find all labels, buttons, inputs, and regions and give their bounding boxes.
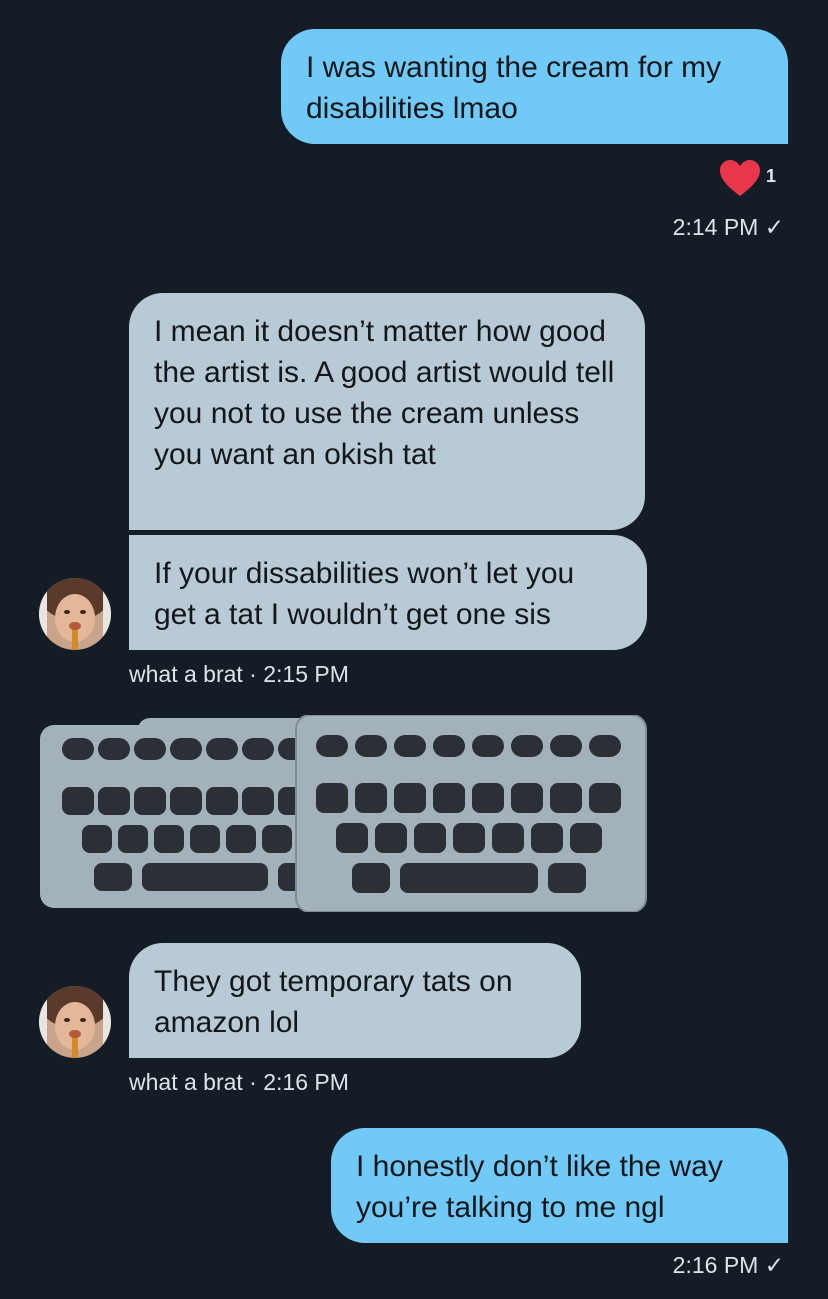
avatar[interactable] <box>39 578 111 650</box>
avatar[interactable] <box>39 986 111 1058</box>
heart-icon <box>720 160 760 196</box>
message-text: I honestly don’t like the way you’re tal… <box>356 1150 723 1224</box>
message-text: I mean it doesn’t matter how good the ar… <box>154 315 615 471</box>
reaction-count: 1 <box>766 166 777 186</box>
gif-attachment[interactable] <box>38 714 648 913</box>
keyboard-icon <box>40 714 647 913</box>
message-text: If your dissabilities won’t let you get … <box>154 557 575 631</box>
outgoing-message[interactable]: I was wanting the cream for my disabilit… <box>281 29 788 144</box>
incoming-message[interactable]: I mean it doesn’t matter how good the ar… <box>129 293 645 530</box>
message-timestamp: 2:16 PM ✓ <box>672 1252 784 1278</box>
message-timestamp: 2:14 PM ✓ <box>672 214 784 240</box>
message-text: They got temporary tats on amazon lol <box>154 965 513 1039</box>
message-timestamp: what a brat · 2:15 PM <box>129 661 349 687</box>
reaction[interactable]: 1 <box>718 158 788 200</box>
incoming-message[interactable]: If your dissabilities won’t let you get … <box>129 535 647 650</box>
message-timestamp: what a brat · 2:16 PM <box>129 1069 349 1095</box>
outgoing-message[interactable]: I honestly don’t like the way you’re tal… <box>331 1128 788 1243</box>
incoming-message[interactable]: They got temporary tats on amazon lol <box>129 943 581 1058</box>
message-text: I was wanting the cream for my disabilit… <box>306 51 722 125</box>
